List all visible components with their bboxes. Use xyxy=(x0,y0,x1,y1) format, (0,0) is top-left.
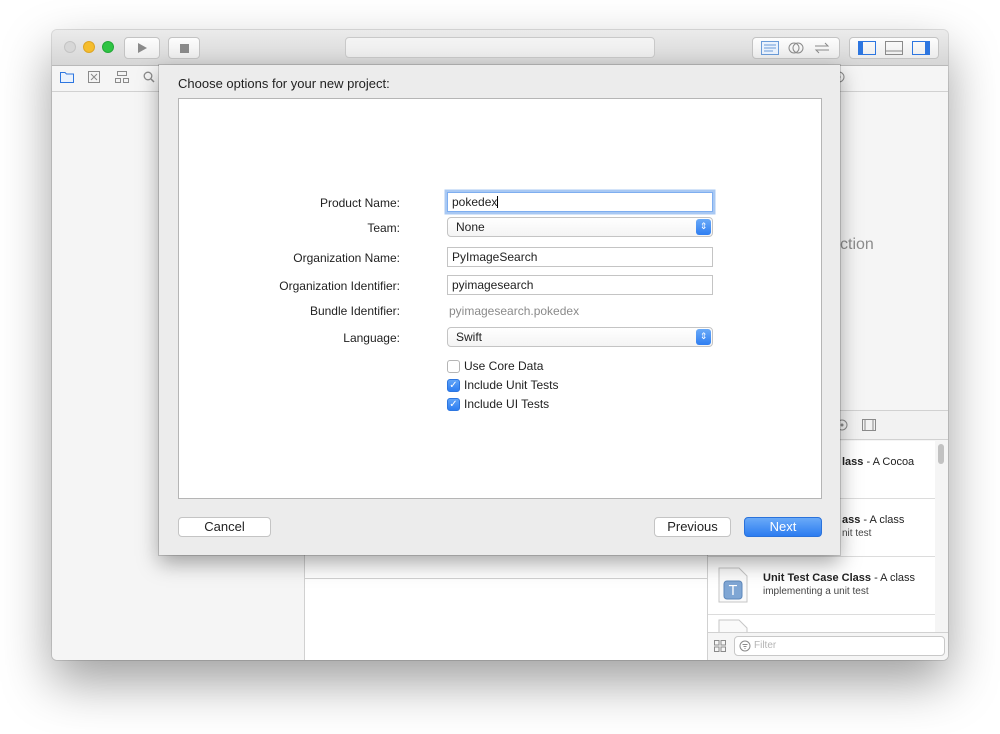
library-item-title-suffix: - A class xyxy=(871,572,916,584)
library-filter-field[interactable]: Filter xyxy=(734,636,945,656)
grid-view-icon[interactable] xyxy=(714,640,726,652)
team-label: Team: xyxy=(367,221,400,235)
library-item-desc: implementing a unit test xyxy=(763,586,869,597)
close-window-button[interactable] xyxy=(64,41,76,53)
include-ui-tests-label: Include UI Tests xyxy=(464,397,550,411)
library-item-title-suffix: - A Cocoa xyxy=(863,456,915,468)
library-item-title: Unit Test Case Class xyxy=(763,572,872,584)
include-unit-tests-option[interactable]: ✓ Include Unit Tests xyxy=(447,377,559,393)
options-panel: Product Name: pokedex Team: None ⇕ Organ… xyxy=(178,98,822,499)
organization-identifier-field[interactable]: pyimagesearch xyxy=(447,275,713,295)
language-value: Swift xyxy=(456,330,483,344)
product-name-field[interactable]: pokedex xyxy=(447,192,713,212)
sheet-title: Choose options for your new project: xyxy=(178,76,390,91)
run-button[interactable] xyxy=(124,37,160,59)
zoom-window-button[interactable] xyxy=(102,41,114,53)
library-item-unit-test-case-class[interactable]: T Unit Test Case Class - A class impleme… xyxy=(708,557,935,615)
library-item[interactable] xyxy=(708,615,935,632)
filter-icon xyxy=(739,640,751,652)
standard-editor-icon[interactable] xyxy=(761,41,779,55)
cancel-button[interactable]: Cancel xyxy=(178,517,271,537)
library-item-title-suffix: - A class xyxy=(860,514,905,526)
language-label: Language: xyxy=(343,331,400,345)
library-item-title: ass xyxy=(842,514,861,526)
assistant-editor-icon[interactable] xyxy=(787,41,805,55)
bundle-identifier-value: pyimagesearch.pokedex xyxy=(449,304,580,318)
team-popup[interactable]: None ⇕ xyxy=(447,217,713,237)
toolbar xyxy=(52,30,948,66)
organization-name-label: Organization Name: xyxy=(293,251,400,265)
organization-identifier-label: Organization Identifier: xyxy=(279,279,400,293)
use-core-data-option[interactable]: Use Core Data xyxy=(447,358,543,374)
next-button[interactable]: Next xyxy=(744,517,822,537)
new-project-options-sheet: Choose options for your new project: Pro… xyxy=(159,65,840,555)
library-filter-bar: Filter xyxy=(708,632,948,660)
language-popup[interactable]: Swift ⇕ xyxy=(447,327,713,347)
play-icon xyxy=(138,43,147,53)
bundle-identifier-label: Bundle Identifier: xyxy=(309,304,400,318)
stop-icon xyxy=(179,43,189,53)
product-name-label: Product Name: xyxy=(319,196,400,210)
activity-viewer xyxy=(345,37,655,58)
no-selection-text: ction xyxy=(840,236,874,253)
text-cursor xyxy=(497,196,499,208)
utilities-toggle-icon[interactable] xyxy=(912,41,931,55)
team-value: None xyxy=(456,220,485,234)
stop-button[interactable] xyxy=(168,37,200,59)
chevron-updown-icon: ⇕ xyxy=(696,219,711,235)
organization-name-field[interactable]: PyImageSearch xyxy=(447,247,713,267)
svg-text:T: T xyxy=(728,584,737,599)
minimize-window-button[interactable] xyxy=(83,41,95,53)
use-core-data-label: Use Core Data xyxy=(464,359,544,373)
folder-icon[interactable] xyxy=(60,71,74,83)
view-toggle-control xyxy=(849,37,939,59)
organization-identifier-value: pyimagesearch xyxy=(452,278,534,292)
find-icon[interactable] xyxy=(143,71,155,83)
product-name-value: pokedex xyxy=(452,195,498,209)
chevron-updown-icon: ⇕ xyxy=(696,329,711,345)
library-item-desc: nit test xyxy=(842,528,872,539)
include-ui-tests-option[interactable]: ✓ Include UI Tests xyxy=(447,396,549,412)
symbol-icon[interactable] xyxy=(115,71,129,83)
include-unit-tests-checkbox[interactable]: ✓ xyxy=(447,378,460,392)
previous-button[interactable]: Previous xyxy=(654,517,731,537)
file-icon xyxy=(718,619,748,632)
scroll-thumb[interactable] xyxy=(938,444,944,464)
swift-file-icon: T xyxy=(718,567,748,603)
editor-divider xyxy=(305,578,707,579)
filter-placeholder: Filter xyxy=(754,640,777,651)
library-item-title: lass xyxy=(842,456,864,468)
include-ui-tests-checkbox[interactable]: ✓ xyxy=(447,397,460,411)
source-control-icon[interactable] xyxy=(88,71,100,83)
library-scrollbar[interactable] xyxy=(937,442,945,632)
version-editor-icon[interactable] xyxy=(813,41,831,55)
navigator-toggle-icon[interactable] xyxy=(857,41,876,55)
include-unit-tests-label: Include Unit Tests xyxy=(464,378,559,392)
debug-area-toggle-icon[interactable] xyxy=(884,41,903,55)
editor-mode-control xyxy=(752,37,840,59)
organization-name-value: PyImageSearch xyxy=(452,250,538,264)
use-core-data-checkbox[interactable] xyxy=(447,359,460,373)
media-library-icon[interactable] xyxy=(862,419,876,431)
